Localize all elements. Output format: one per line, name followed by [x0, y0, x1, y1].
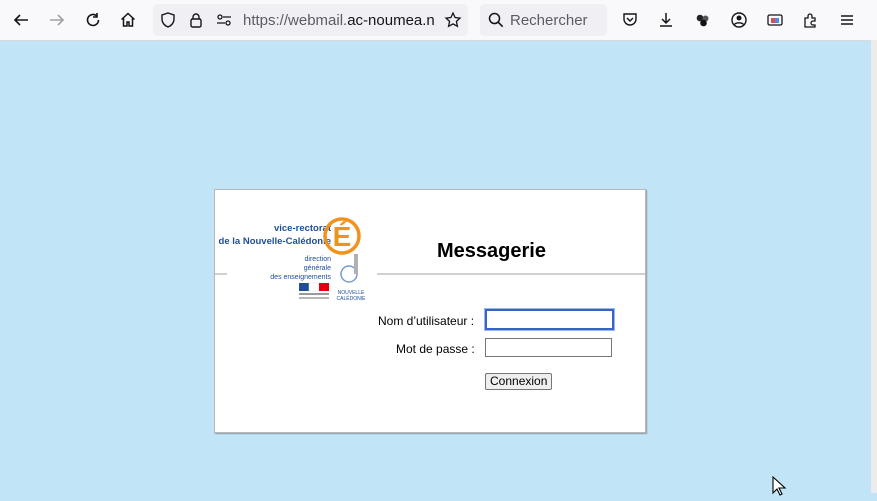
password-field[interactable] [485, 338, 612, 357]
page-title: Messagerie [437, 240, 546, 262]
search-box[interactable]: Rechercher [480, 4, 607, 36]
logo-line-1: vice-rectorat [274, 223, 332, 234]
connexion-button[interactable]: Connexion [485, 373, 553, 390]
login-panel: vice-rectorat de la Nouvelle-Calédonie d… [214, 189, 646, 433]
logo-line-5: des enseignements [270, 274, 331, 281]
url-prefix: https://webmail. [243, 12, 348, 29]
permissions-icon[interactable] [215, 11, 233, 34]
menu-icon[interactable] [833, 6, 861, 34]
bookmark-star-icon[interactable] [444, 11, 462, 34]
username-label: Nom d’utilisateur : [378, 314, 475, 328]
pocket-icon[interactable] [616, 6, 644, 34]
browser-toolbar: https://webmail.ac-noumea.nc/ Rechercher [0, 0, 877, 41]
vice-rectorat-logo: vice-rectorat de la Nouvelle-Calédonie d… [215, 190, 375, 310]
search-placeholder: Rechercher [510, 12, 588, 29]
mouse-cursor-icon [772, 475, 792, 501]
forward-icon[interactable] [43, 6, 71, 34]
reload-icon[interactable] [79, 6, 107, 34]
logo-line-2: de la Nouvelle-Calédonie [219, 236, 331, 247]
password-label: Mot de passe : [396, 342, 475, 356]
logo-line-4: générale [304, 265, 331, 272]
shield-icon[interactable] [159, 11, 177, 34]
home-icon[interactable] [114, 6, 142, 34]
download-icon[interactable] [652, 6, 680, 34]
extensions-icon[interactable] [797, 6, 825, 34]
window-edge [871, 40, 877, 493]
url-text: https://webmail.ac-noumea.nc/ [243, 12, 435, 29]
logo-big-letter: É [333, 221, 352, 252]
address-bar[interactable]: https://webmail.ac-noumea.nc/ [153, 4, 468, 36]
search-icon [487, 11, 505, 34]
url-domain: ac-noumea.nc [347, 12, 435, 29]
screenshot-icon[interactable] [761, 6, 789, 34]
title-divider [377, 273, 645, 275]
back-icon[interactable] [7, 6, 35, 34]
logo-province-2: CALÉDONIE [337, 295, 367, 302]
account-icon[interactable] [725, 6, 753, 34]
logo-line-3: direction [305, 256, 332, 263]
username-field[interactable] [485, 309, 614, 330]
lock-icon[interactable] [187, 11, 205, 34]
extension-dots-icon[interactable] [689, 6, 717, 34]
